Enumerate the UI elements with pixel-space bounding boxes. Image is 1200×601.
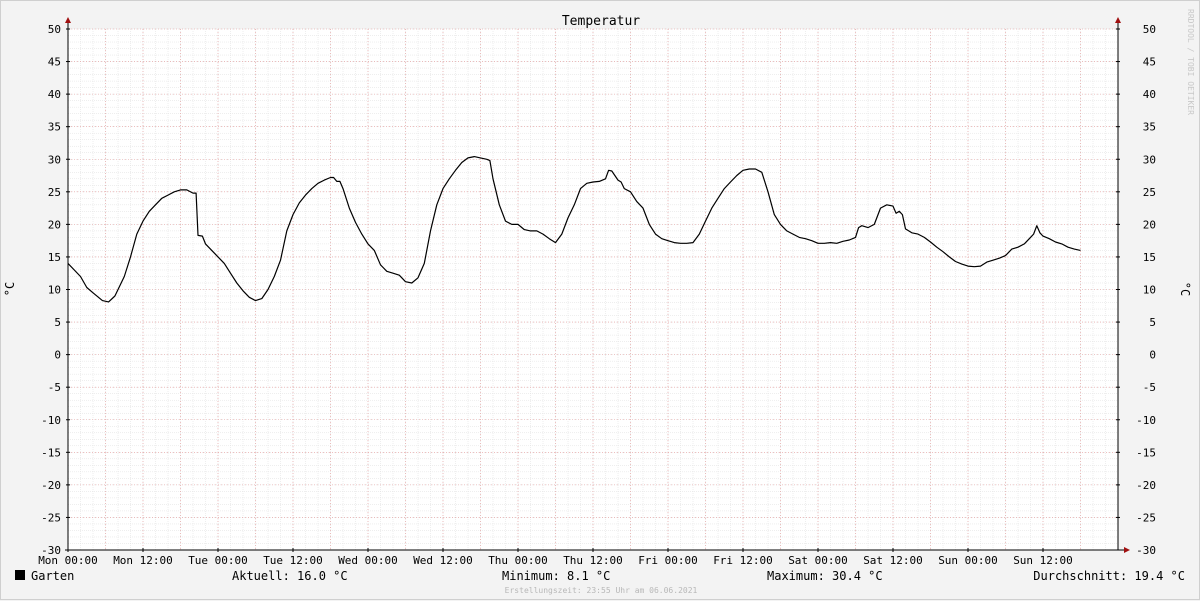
y-tick-label-right: 25 [1143,186,1156,199]
y-tick-label-left: -5 [48,381,61,394]
x-tick-label: Wed 12:00 [413,554,473,567]
x-tick-label: Thu 12:00 [563,554,623,567]
y-tick-label-right: -20 [1136,479,1156,492]
y-tick-label-left: 15 [48,251,61,264]
x-tick-label: Wed 00:00 [338,554,398,567]
y-tick-label-right: 15 [1143,251,1156,264]
y-tick-label-right: 0 [1149,349,1156,362]
x-tick-labels: Mon 00:00 Mon 12:00 Tue 00:00 Tue 12:00 Wed … [38,554,1073,567]
x-axis-arrow [1124,547,1130,553]
y-tick-label-left: -10 [41,414,61,427]
chart-frame: 50 50 45 45 40 40 35 35 30 30 25 25 20 20 15 15 10 10 5 5 0 0… [0,0,1200,600]
x-tick-label: Fri 12:00 [713,554,773,567]
y-tick-label-left: -20 [41,479,61,492]
y-tick-label-left: 10 [48,284,61,297]
y-tick-label-left: -15 [41,446,61,459]
y-tick-label-right: -15 [1136,446,1156,459]
y-tick-label-left: 30 [48,153,61,166]
y-axis-label-left: °C [3,282,17,296]
y-tick-label-left: 20 [48,218,61,231]
y-tick-label-right: 45 [1143,56,1156,69]
x-tick-label: Sun 12:00 [1013,554,1073,567]
y-tick-label-left: 45 [48,56,61,69]
x-tick-label: Tue 00:00 [188,554,248,567]
x-tick-label: Sat 00:00 [788,554,848,567]
y-axis-label-right: °C [1178,282,1192,296]
x-tick-label: Sat 12:00 [863,554,923,567]
x-tick-label: Sun 00:00 [938,554,998,567]
legend-swatch-garten [15,570,25,580]
x-tick-label: Thu 00:00 [488,554,548,567]
y-tick-label-left: 25 [48,186,61,199]
y-tick-label-right: 20 [1143,218,1156,231]
x-tick-label: Mon 12:00 [113,554,173,567]
y-tick-label-left: 35 [48,121,61,134]
y-tick-label-left: 50 [48,23,61,36]
y-tick-label-left: -25 [41,511,61,524]
y-axis-arrow-left [65,17,71,23]
created-timestamp: Erstellungszeit: 23:55 Uhr am 06.06.2021 [505,586,698,595]
y-tick-label-right: -10 [1136,414,1156,427]
y-tick-label-right: 40 [1143,88,1156,101]
stat-current: Aktuell: 16.0 °C [232,569,348,583]
legend-label-garten: Garten [31,569,74,583]
y-tick-label-left: 5 [54,316,61,329]
y-tick-label-left: 0 [54,349,61,362]
x-tick-label: Mon 00:00 [38,554,98,567]
y-axis-arrow-right [1115,17,1121,23]
x-tick-label: Fri 00:00 [638,554,698,567]
y-tick-label-right: 5 [1149,316,1156,329]
chart-title: Temperatur [562,14,640,29]
x-tick-label: Tue 12:00 [263,554,323,567]
temperature-chart: 50 5045 4540 4035 3530 3025 2520 2015 1510 105 50 0… [3,9,1195,595]
y-tick-label-right: 50 [1143,23,1156,36]
y-tick-label-right: 35 [1143,121,1156,134]
y-tick-label-right: -30 [1136,544,1156,557]
stat-average: Durchschnitt: 19.4 °C [1033,569,1185,583]
stat-maximum: Maximum: 30.4 °C [767,569,883,583]
y-tick-label-right: -25 [1136,511,1156,524]
y-tick-label-right: -5 [1143,381,1156,394]
y-tick-label-right: 10 [1143,284,1156,297]
stat-minimum: Minimum: 8.1 °C [502,569,610,583]
y-tick-label-left: 40 [48,88,61,101]
y-tick-label-right: 30 [1143,153,1156,166]
watermark-text: RRDTOOL / TOBI OETIKER [1186,9,1195,115]
